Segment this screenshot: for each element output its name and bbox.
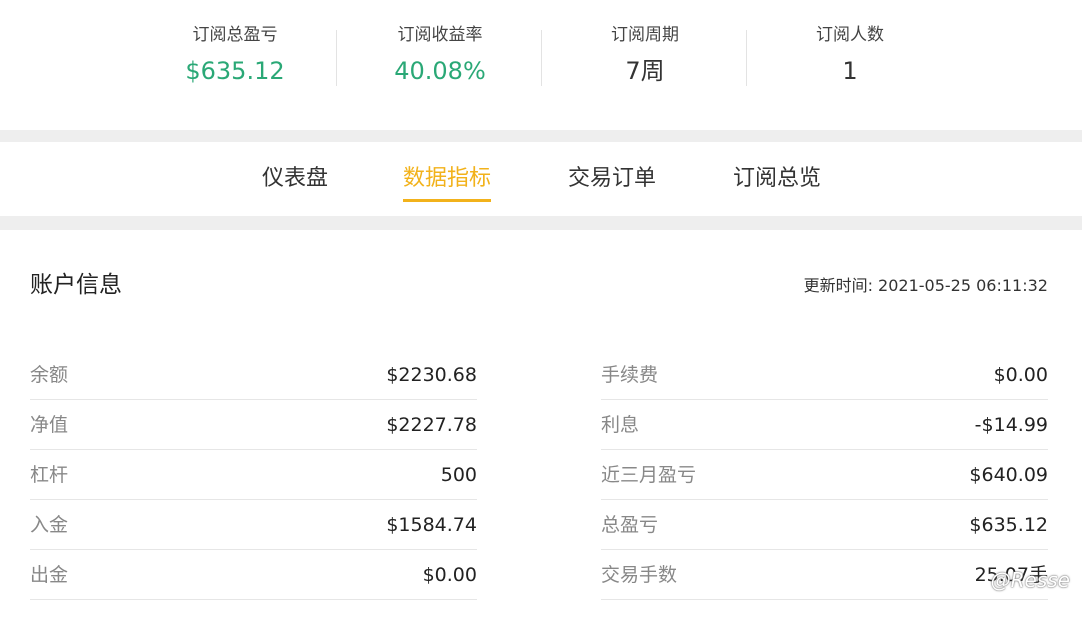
info-value: $0.00 xyxy=(993,364,1048,386)
info-row-total-pnl: 总盈亏 $635.12 xyxy=(601,500,1048,550)
section-separator xyxy=(0,216,1082,230)
info-label: 总盈亏 xyxy=(601,514,659,536)
subscription-summary: 订阅总盈亏 $635.12 订阅收益率 40.08% 订阅周期 7周 订阅人数 … xyxy=(0,0,1082,130)
info-value: $2230.68 xyxy=(386,364,477,386)
info-row-leverage: 杠杆 500 xyxy=(30,450,477,500)
tab-subscription-overview[interactable]: 订阅总览 xyxy=(733,162,821,196)
info-row-fees: 手续费 $0.00 xyxy=(601,350,1048,400)
info-row-withdrawal: 出金 $0.00 xyxy=(30,550,477,600)
info-row-interest: 利息 -$14.99 xyxy=(601,400,1048,450)
info-value: $1584.74 xyxy=(386,514,477,536)
stat-total-pnl: 订阅总盈亏 $635.12 xyxy=(145,22,325,90)
account-info-left: 余额 $2230.68 净值 $2227.78 杠杆 500 入金 $1584.… xyxy=(30,350,477,600)
stat-value: $635.12 xyxy=(185,57,285,85)
divider xyxy=(336,30,337,86)
stat-value: 40.08% xyxy=(394,57,486,85)
stat-period: 订阅周期 7周 xyxy=(555,22,735,90)
info-value: $640.09 xyxy=(969,464,1048,486)
stat-label: 订阅人数 xyxy=(816,25,884,45)
info-label: 利息 xyxy=(601,414,640,436)
stat-return-rate: 订阅收益率 40.08% xyxy=(350,22,530,90)
stat-value: 1 xyxy=(842,57,858,85)
divider xyxy=(541,30,542,86)
watermark: @Resse xyxy=(990,568,1070,592)
update-time: 更新时间: 2021-05-25 06:11:32 xyxy=(803,276,1048,295)
stat-subscribers: 订阅人数 1 xyxy=(760,22,940,90)
tab-bar: 仪表盘 数据指标 交易订单 订阅总览 xyxy=(0,142,1082,216)
info-value: -$14.99 xyxy=(974,414,1048,436)
info-value: 500 xyxy=(440,464,477,486)
tab-dashboard[interactable]: 仪表盘 xyxy=(262,162,328,196)
info-label: 出金 xyxy=(30,564,69,586)
info-row-deposit: 入金 $1584.74 xyxy=(30,500,477,550)
info-label: 手续费 xyxy=(601,364,659,386)
info-label: 杠杆 xyxy=(30,464,69,486)
info-row-balance: 余额 $2230.68 xyxy=(30,350,477,400)
info-row-3month-pnl: 近三月盈亏 $640.09 xyxy=(601,450,1048,500)
section-title: 账户信息 xyxy=(30,272,122,298)
info-value: $2227.78 xyxy=(386,414,477,436)
stat-value: 7周 xyxy=(625,57,665,85)
stat-label: 订阅总盈亏 xyxy=(192,25,278,45)
divider xyxy=(746,30,747,86)
info-label: 近三月盈亏 xyxy=(601,464,697,486)
tab-data-metrics[interactable]: 数据指标 xyxy=(403,162,492,202)
info-label: 交易手数 xyxy=(601,564,678,586)
info-row-lots: 交易手数 25.07手 xyxy=(601,550,1048,600)
info-value: $0.00 xyxy=(422,564,477,586)
stat-label: 订阅收益率 xyxy=(397,25,483,45)
info-row-equity: 净值 $2227.78 xyxy=(30,400,477,450)
info-label: 净值 xyxy=(30,414,69,436)
stat-label: 订阅周期 xyxy=(611,25,679,45)
info-value: $635.12 xyxy=(969,514,1048,536)
section-separator xyxy=(0,130,1082,142)
account-info-right: 手续费 $0.00 利息 -$14.99 近三月盈亏 $640.09 总盈亏 $… xyxy=(601,350,1048,600)
tab-trade-orders[interactable]: 交易订单 xyxy=(568,162,656,196)
info-label: 入金 xyxy=(30,514,69,536)
info-label: 余额 xyxy=(30,364,69,386)
